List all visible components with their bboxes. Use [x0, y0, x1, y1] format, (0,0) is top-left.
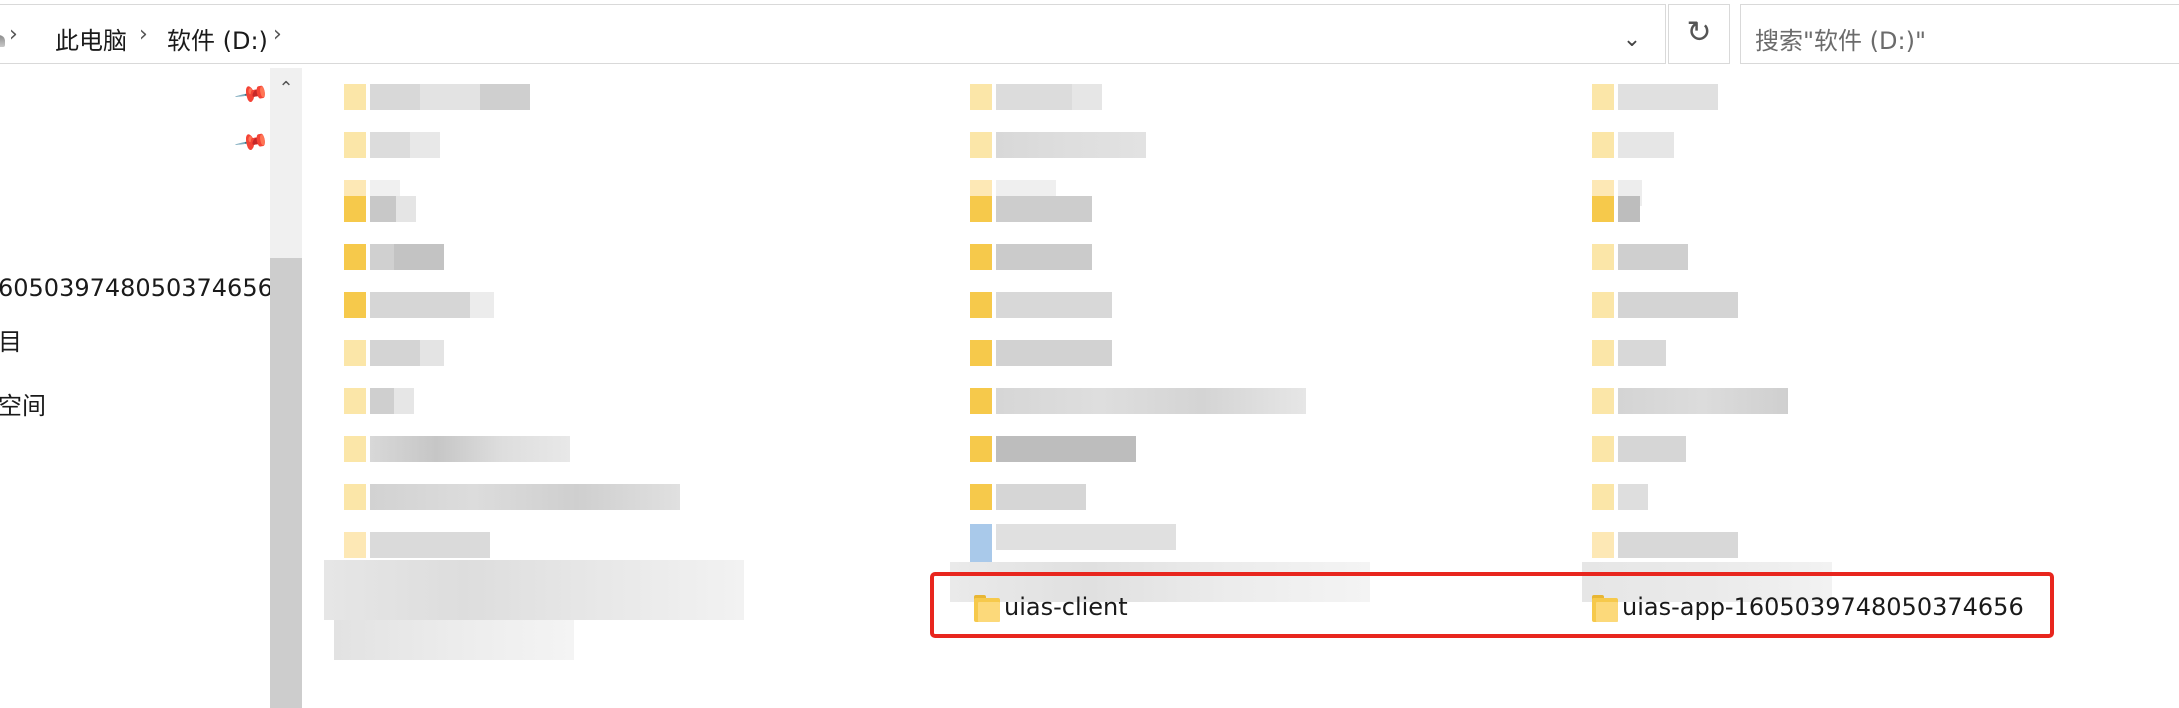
drive-icon	[0, 35, 5, 47]
pin-icon[interactable]: 📌	[233, 76, 270, 112]
nav-item-app-folder[interactable]: 605039748050374656	[0, 274, 273, 302]
chevron-right-icon[interactable]: ›	[273, 22, 282, 47]
chevron-right-icon[interactable]: ›	[139, 22, 148, 47]
nav-item-project[interactable]: 目	[0, 322, 22, 357]
file-list: uias-client uias-app-1605039748050374656	[302, 68, 2179, 706]
search-placeholder: 搜索"软件 (D:)"	[1755, 27, 1926, 55]
navigation-pane: 📌 📌 605039748050374656 目 空间 ⌃	[0, 68, 302, 708]
breadcrumb-drive-d[interactable]: 软件 (D:)	[167, 21, 268, 56]
scrollbar-thumb[interactable]	[270, 258, 302, 708]
breadcrumb-this-pc[interactable]: 此电脑	[55, 21, 127, 56]
nav-item-space[interactable]: 空间	[0, 386, 46, 421]
chevron-right-icon[interactable]: ›	[9, 22, 18, 47]
refresh-icon[interactable]: ↻	[1668, 4, 1730, 64]
pin-icon[interactable]: 📌	[233, 124, 270, 160]
chevron-down-icon[interactable]: ⌄	[1609, 25, 1655, 55]
address-box[interactable]: › 此电脑 › 软件 (D:) › ⌄	[0, 4, 1666, 64]
chevron-up-icon[interactable]: ⌃	[270, 74, 302, 104]
address-bar: › 此电脑 › 软件 (D:) › ⌄ ↻ 搜索"软件 (D:)"	[0, 0, 2179, 68]
highlight-box	[930, 572, 2054, 638]
nav-scrollbar[interactable]: ⌃	[270, 68, 302, 708]
search-input[interactable]: 搜索"软件 (D:)"	[1740, 4, 2179, 64]
